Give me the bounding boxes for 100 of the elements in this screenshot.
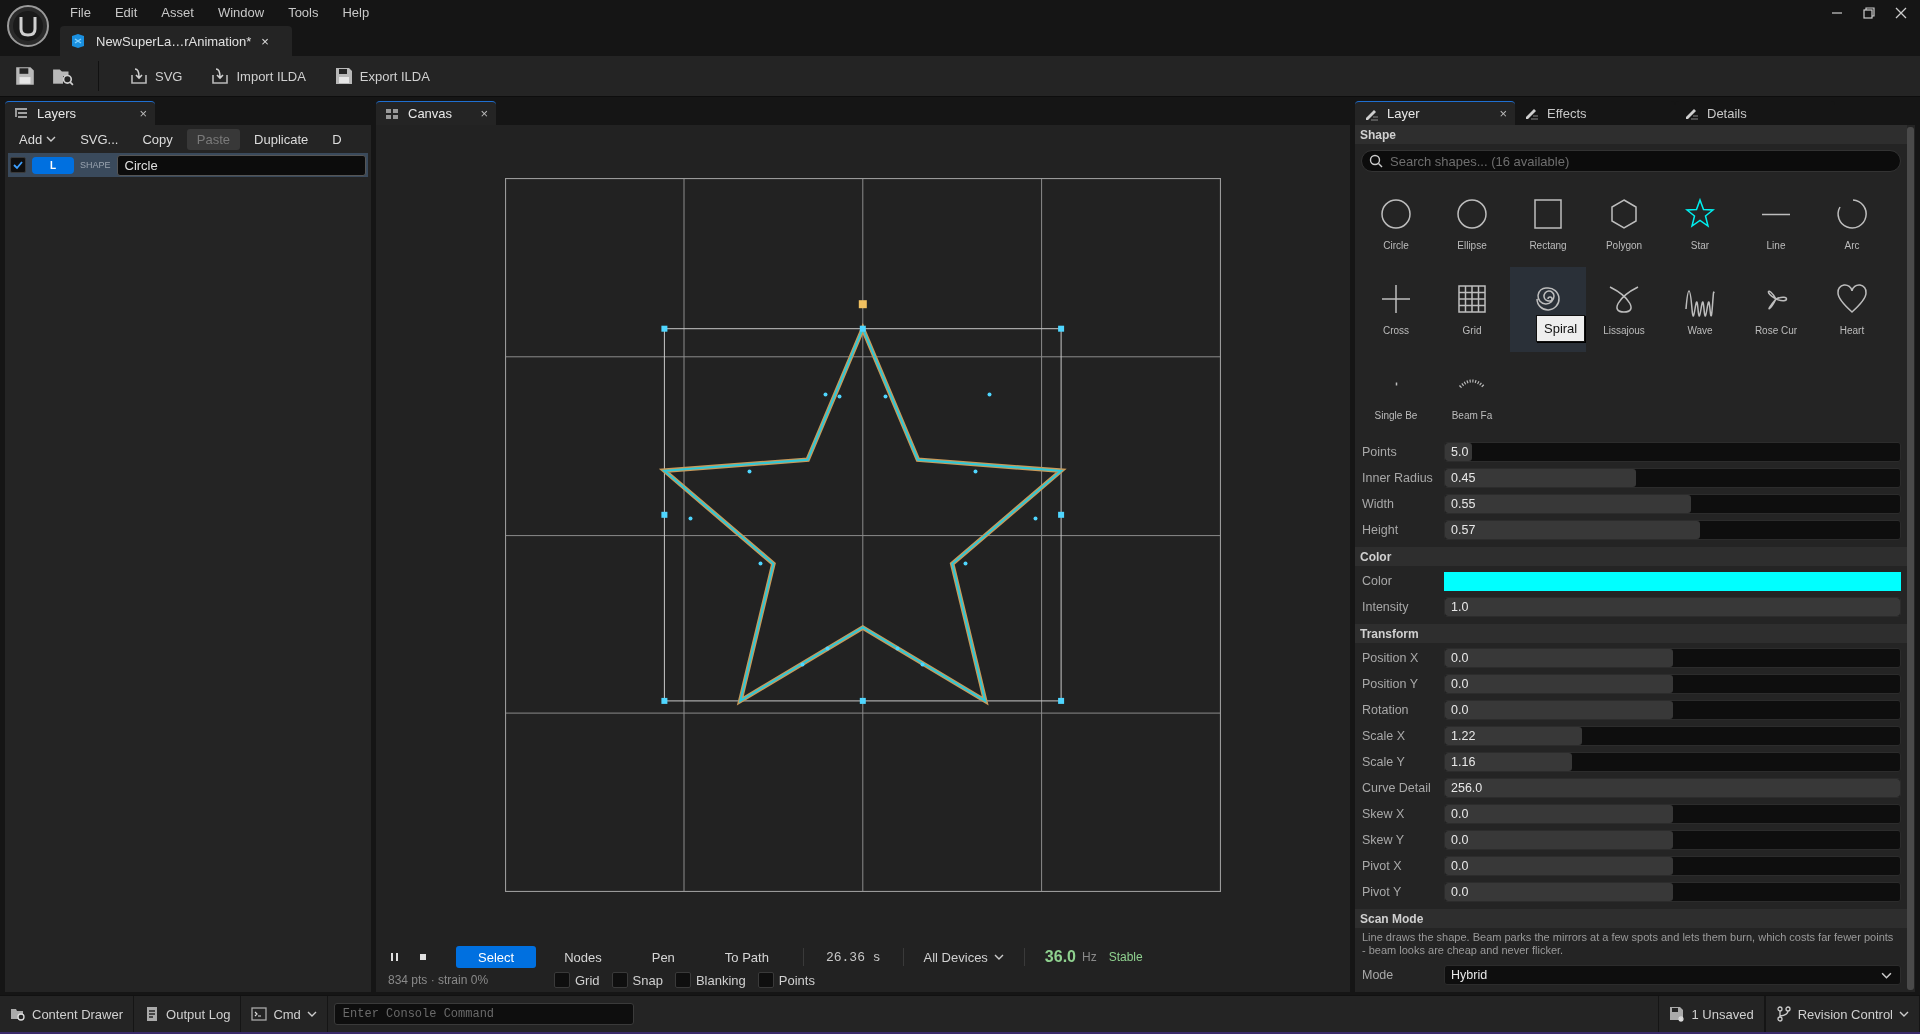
shape-option[interactable]: Rose Cur	[1738, 267, 1814, 352]
close-icon[interactable]	[1894, 6, 1908, 20]
checkbox[interactable]	[757, 972, 774, 988]
document-title: NewSuperLa…rAnimation*	[96, 33, 252, 49]
toggle-checkbox[interactable]: Grid	[554, 972, 606, 988]
shape-option[interactable]: Spiral	[1510, 267, 1586, 352]
value-slider[interactable]: 0.0	[1444, 804, 1901, 824]
toolbar-button[interactable]: SVG	[119, 62, 193, 90]
shape-option[interactable]: Star	[1662, 182, 1738, 267]
shape-option[interactable]: Grid	[1434, 267, 1510, 352]
value-slider[interactable]: 0.0	[1444, 882, 1901, 902]
close-button[interactable]: ×	[261, 33, 269, 49]
search-field[interactable]: Search shapes... (16 available)	[1361, 150, 1901, 172]
shape-option[interactable]: Circle	[1358, 182, 1434, 267]
console-input[interactable]: Enter Console Command	[333, 1003, 634, 1025]
selection-handle[interactable]	[1058, 697, 1065, 704]
layer-name-field[interactable]: Circle	[116, 154, 366, 176]
toggle-checkbox[interactable]: Points	[757, 972, 821, 988]
cmd-dropdown[interactable]: Cmd	[241, 996, 328, 1032]
property-label: Points	[1362, 445, 1398, 459]
menu-item[interactable]: Asset	[151, 4, 208, 20]
content-drawer-button[interactable]: Content Drawer	[0, 996, 135, 1032]
checkbox[interactable]	[611, 972, 628, 988]
selection-handle[interactable]	[859, 697, 866, 704]
mode-dropdown[interactable]: Hybrid	[1444, 965, 1901, 985]
rotation-handle[interactable]	[858, 299, 867, 308]
toolbar-button[interactable]: Import ILDA	[200, 62, 316, 90]
caret-icon	[306, 1009, 317, 1019]
menu-item[interactable]: File	[60, 4, 105, 20]
panel-tab[interactable]: Canvas ×	[376, 101, 496, 125]
import-icon	[129, 66, 149, 86]
close-button[interactable]: ×	[480, 106, 488, 121]
value-slider[interactable]: 256.0	[1444, 778, 1901, 798]
shape-option[interactable]: Lissajous	[1586, 267, 1662, 352]
action-button[interactable]: Add	[9, 128, 67, 150]
selection-handle[interactable]	[661, 511, 668, 518]
value-slider[interactable]: 0.0	[1444, 700, 1901, 720]
shape-option[interactable]: Beam Fa	[1434, 352, 1510, 437]
checkbox[interactable]	[674, 972, 691, 988]
revision-control-button[interactable]: Revision Control	[1764, 996, 1920, 1032]
value-slider[interactable]: 0.0	[1444, 856, 1901, 876]
value-slider[interactable]: 0.45	[1444, 468, 1901, 488]
shape-option[interactable]: Wave	[1662, 267, 1738, 352]
close-button[interactable]: ×	[139, 106, 147, 121]
value-slider[interactable]: 1.0	[1444, 597, 1901, 617]
value-slider[interactable]: 0.55	[1444, 494, 1901, 514]
action-button[interactable]: Duplicate	[244, 128, 319, 150]
logo-icon[interactable]	[6, 4, 50, 48]
shape-option[interactable]: Polygon	[1586, 182, 1662, 267]
scrollbar-thumb[interactable]	[1907, 127, 1914, 990]
value-slider[interactable]: 0.0	[1444, 674, 1901, 694]
shape-option[interactable]: Single Be	[1358, 352, 1434, 437]
device-dropdown[interactable]: All Devices	[915, 949, 1012, 965]
toggle-checkbox[interactable]: Blanking	[674, 972, 752, 988]
checkbox[interactable]	[554, 972, 570, 988]
action-button[interactable]: Copy	[132, 128, 183, 150]
layer-row[interactable]: L SHAPE Circle	[8, 153, 368, 177]
panel-tab[interactable]: Layers ×	[5, 101, 155, 125]
shape-option[interactable]: Arc	[1814, 182, 1890, 267]
tool-button[interactable]: Nodes	[542, 946, 624, 968]
selection-handle[interactable]	[1058, 325, 1065, 332]
menu-item[interactable]: Tools	[278, 4, 333, 20]
selection-handle[interactable]	[661, 325, 668, 332]
shape-option[interactable]: Rectang	[1510, 182, 1586, 267]
caret-icon	[1899, 1009, 1909, 1019]
shape-option[interactable]: Line	[1738, 182, 1814, 267]
output-log-button[interactable]: Output Log	[134, 996, 242, 1032]
action-button[interactable]: SVG...	[70, 128, 129, 150]
close-button[interactable]: ×	[1499, 106, 1507, 121]
toggle-checkbox[interactable]: Snap	[611, 972, 669, 988]
property-label: Position Y	[1362, 677, 1420, 691]
value-slider[interactable]: 0.0	[1444, 648, 1901, 668]
selection-handle[interactable]	[661, 697, 668, 704]
menu-item[interactable]: Edit	[104, 4, 152, 20]
restore-icon[interactable]	[1862, 6, 1876, 20]
folder-search-icon	[10, 1006, 26, 1022]
checkbox[interactable]	[10, 157, 26, 173]
action-button[interactable]: D	[322, 128, 352, 150]
unsaved-button[interactable]: 1 Unsaved	[1658, 996, 1765, 1032]
selection-handle[interactable]	[859, 325, 866, 332]
shape-option[interactable]: Cross	[1358, 267, 1434, 352]
color-swatch[interactable]	[1444, 571, 1901, 591]
panel-tab[interactable]: Layer ×	[1355, 101, 1515, 125]
menu-item[interactable]: Help	[332, 4, 384, 20]
tool-button[interactable]: To Path	[702, 946, 791, 968]
property-label: Pivot Y	[1362, 885, 1403, 899]
document-tab[interactable]: NewSuperLa…rAnimation* ×	[60, 26, 292, 56]
value-slider[interactable]: 0.0	[1444, 830, 1901, 850]
value-slider[interactable]: 0.57	[1444, 520, 1901, 540]
shape-option[interactable]: Heart	[1814, 267, 1890, 352]
tool-button[interactable]: Select	[456, 946, 537, 968]
menu-item[interactable]: Window	[207, 4, 279, 20]
value-slider[interactable]: 1.22	[1444, 726, 1901, 746]
shape-option[interactable]: Ellipse	[1434, 182, 1510, 267]
toolbar-button[interactable]: Export ILDA	[323, 62, 440, 90]
import-icon	[210, 66, 231, 86]
value-slider[interactable]: 5.0	[1444, 442, 1901, 462]
selection-handle[interactable]	[1058, 511, 1065, 518]
value-slider[interactable]: 1.16	[1444, 752, 1901, 772]
tool-button[interactable]: Pen	[629, 946, 697, 968]
